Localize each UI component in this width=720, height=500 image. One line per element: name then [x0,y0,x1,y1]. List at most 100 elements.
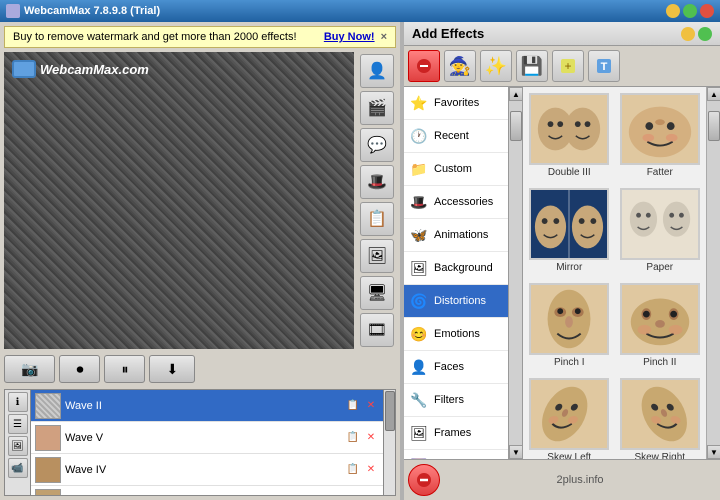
category-label: Emotions [434,328,480,340]
category-faces[interactable]: 👤 Faces [404,351,508,384]
bottom-hint-text: 2plus.info [556,474,603,486]
layer-item[interactable]: Wave II 📋 ✕ [31,390,383,422]
effect-item-skew-right[interactable]: Skew Right [618,376,703,459]
record-button[interactable]: ⏺ [59,355,100,383]
effects-panel: Add Effects 🧙 ✨ 💾 + T [404,22,720,500]
layers-list: Wave II 📋 ✕ Wave V 📋 ✕ [31,390,383,495]
custom-icon: 📁 [408,158,430,180]
scroll-up-button[interactable]: ▲ [707,87,720,101]
scroll-thumb[interactable] [510,111,522,141]
film-button[interactable]: 🎞 [360,313,394,347]
category-frames[interactable]: 🖼 Frames [404,417,508,450]
add-effect-button[interactable]: + [552,50,584,82]
category-scrollbar[interactable]: ▲ ▼ [509,87,523,459]
category-distortions[interactable]: 🌀 Distortions [404,285,508,318]
effect-label: Pinch II [643,357,676,368]
scroll-thumb[interactable] [708,111,720,141]
frames-icon: 🖼 [408,422,430,444]
clipboard-button[interactable]: 📋 [360,202,394,236]
category-filters[interactable]: 🔧 Filters [404,384,508,417]
text-effect-button[interactable]: T [588,50,620,82]
effects-toggle-button[interactable]: 🎬 [360,91,394,125]
layer-item[interactable]: Wave IV 📋 ✕ [31,454,383,486]
effect-item-pinch-ii[interactable]: Pinch II [618,281,703,370]
profile-button[interactable]: 👤 [360,54,394,88]
effect-thumb [529,188,609,260]
effect-item-mirror[interactable]: Mirror [527,186,612,275]
effect-item-paper[interactable]: Paper [618,186,703,275]
scroll-down-button[interactable]: ▼ [509,445,523,459]
image-button[interactable]: 🖼 [360,239,394,273]
hat-button[interactable]: 🎩 [360,165,394,199]
wizard-button[interactable]: 🧙 [444,50,476,82]
maximize-button[interactable] [683,4,697,18]
effect-item-fatter[interactable]: Fatter [618,91,703,180]
effect-label: Fatter [647,167,673,178]
effect-item-double-iii[interactable]: Double III [527,91,612,180]
buy-now-link[interactable]: Buy Now! [324,31,375,43]
category-scenes[interactable]: 🌄 Scenes [404,450,508,459]
scroll-thumb[interactable] [385,391,395,431]
layer-copy-button[interactable]: 📋 [345,430,361,446]
pause-button[interactable]: ⏸ [104,355,145,383]
effect-item-pinch-i[interactable]: Pinch I [527,281,612,370]
accessories-icon: 🎩 [408,191,430,213]
layer-copy-button[interactable]: 📋 [345,462,361,478]
close-button[interactable] [700,4,714,18]
layers-scrollbar[interactable] [383,390,395,495]
preview-toolbar: 👤 🎬 💬 🎩 📋 🖼 🖥 🎞 [358,52,396,349]
video-tool-button[interactable]: 📹 [8,458,28,478]
save-effect-button[interactable]: 💾 [516,50,548,82]
banner-close-button[interactable]: × [381,31,387,43]
left-panel: Buy to remove watermark and get more tha… [0,22,400,500]
monitor-button[interactable]: 🖥 [360,276,394,310]
preview-area: WebcamMax.com [4,52,354,349]
minimize-button[interactable] [666,4,680,18]
camera-logo-icon [12,60,36,78]
effects-scrollbar[interactable]: ▲ ▼ [706,87,720,459]
preview-section: WebcamMax.com 👤 🎬 💬 🎩 📋 🖼 🖥 🎞 [4,52,396,349]
category-emotions[interactable]: 😊 Emotions [404,318,508,351]
effect-item-skew-left[interactable]: Skew Left [527,376,612,459]
remove-bottom-button[interactable] [408,464,440,496]
layer-delete-button[interactable]: ✕ [363,462,379,478]
recent-icon: 🕐 [408,125,430,147]
info-tool-button[interactable]: ℹ [8,392,28,412]
category-background[interactable]: 🖼 Background [404,252,508,285]
remove-effect-button[interactable] [408,50,440,82]
layer-delete-button[interactable]: ✕ [363,430,379,446]
layer-item[interactable]: Wave... 📋 ✕ [31,486,383,495]
emotions-icon: 😊 [408,323,430,345]
chat-button[interactable]: 💬 [360,128,394,162]
layer-name: Wave IV [65,464,341,476]
layer-copy-button[interactable]: 📋 [345,398,361,414]
camera-capture-button[interactable]: 📷 [4,355,55,383]
download-button[interactable]: ⬇ [149,355,195,383]
category-custom[interactable]: 📁 Custom [404,153,508,186]
layer-delete-button[interactable]: ✕ [363,398,379,414]
layer-actions: 📋 ✕ [345,462,379,478]
window-controls [666,4,714,18]
category-animations[interactable]: 🦋 Animations [404,219,508,252]
svg-text:+: + [564,59,571,73]
effect-thumb [620,93,700,165]
effects-min-button[interactable] [681,27,695,41]
layer-item[interactable]: Wave V 📋 ✕ [31,422,383,454]
category-accessories[interactable]: 🎩 Accessories [404,186,508,219]
app-title: WebcamMax 7.8.9.8 (Trial) [24,5,160,17]
image-tool-button[interactable]: 🖼 [8,436,28,456]
category-recent[interactable]: 🕐 Recent [404,120,508,153]
layer-copy-button[interactable]: 📋 [345,494,361,496]
category-label: Animations [434,229,488,241]
list-tool-button[interactable]: ☰ [8,414,28,434]
category-favorites[interactable]: ⭐ Favorites [404,87,508,120]
layer-name: Wave II [65,400,341,412]
scroll-down-button[interactable]: ▼ [707,445,720,459]
layer-delete-button[interactable]: ✕ [363,494,379,496]
effects-max-button[interactable] [698,27,712,41]
sparkle-button[interactable]: ✨ [480,50,512,82]
scroll-up-button[interactable]: ▲ [509,87,523,101]
effect-label: Mirror [556,262,582,273]
filters-icon: 🔧 [408,389,430,411]
layer-name: Wave V [65,432,341,444]
